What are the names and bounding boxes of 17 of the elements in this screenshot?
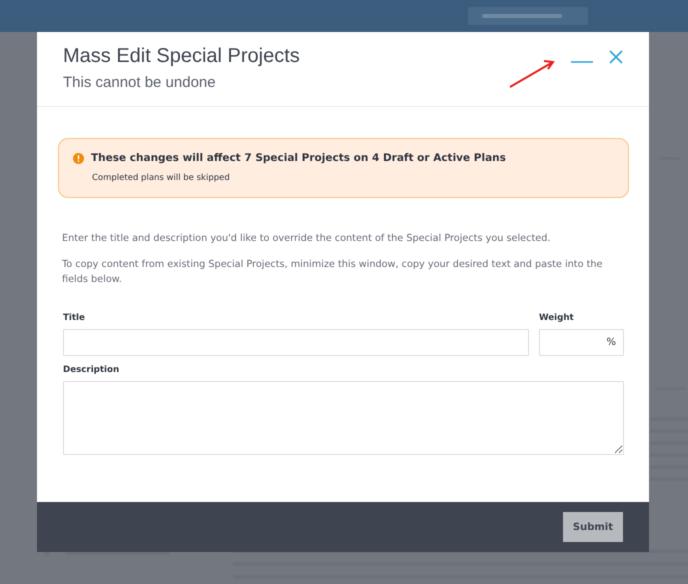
field-label: Description xyxy=(63,365,120,375)
title-field[interactable] xyxy=(63,329,529,356)
instruction-text: To copy content from existing Special Projects, minimize this window, copy your desired text and paste into the fields below. xyxy=(62,258,604,287)
dialog-subtitle: This cannot be undone xyxy=(63,74,217,91)
alert-heading: These changes will affect 7 Special Projects on 4 Draft or Active Plans xyxy=(91,152,506,164)
alert-detail: Completed plans will be skipped xyxy=(92,173,231,183)
minimize-icon[interactable] xyxy=(571,60,593,64)
field-label: Weight xyxy=(539,313,575,323)
description-field[interactable] xyxy=(63,381,624,455)
weight-field[interactable]: % xyxy=(539,329,624,356)
annotation-arrow xyxy=(509,58,555,88)
instruction-text: Enter the title and description you'd like to override the content of the Special Projects you selected. xyxy=(62,232,552,246)
close-icon[interactable] xyxy=(609,50,623,64)
dialog-title: Mass Edit Special Projects xyxy=(63,45,300,68)
warning-icon xyxy=(73,152,84,164)
field-label: Title xyxy=(63,313,86,323)
percent-suffix: % xyxy=(606,337,616,348)
